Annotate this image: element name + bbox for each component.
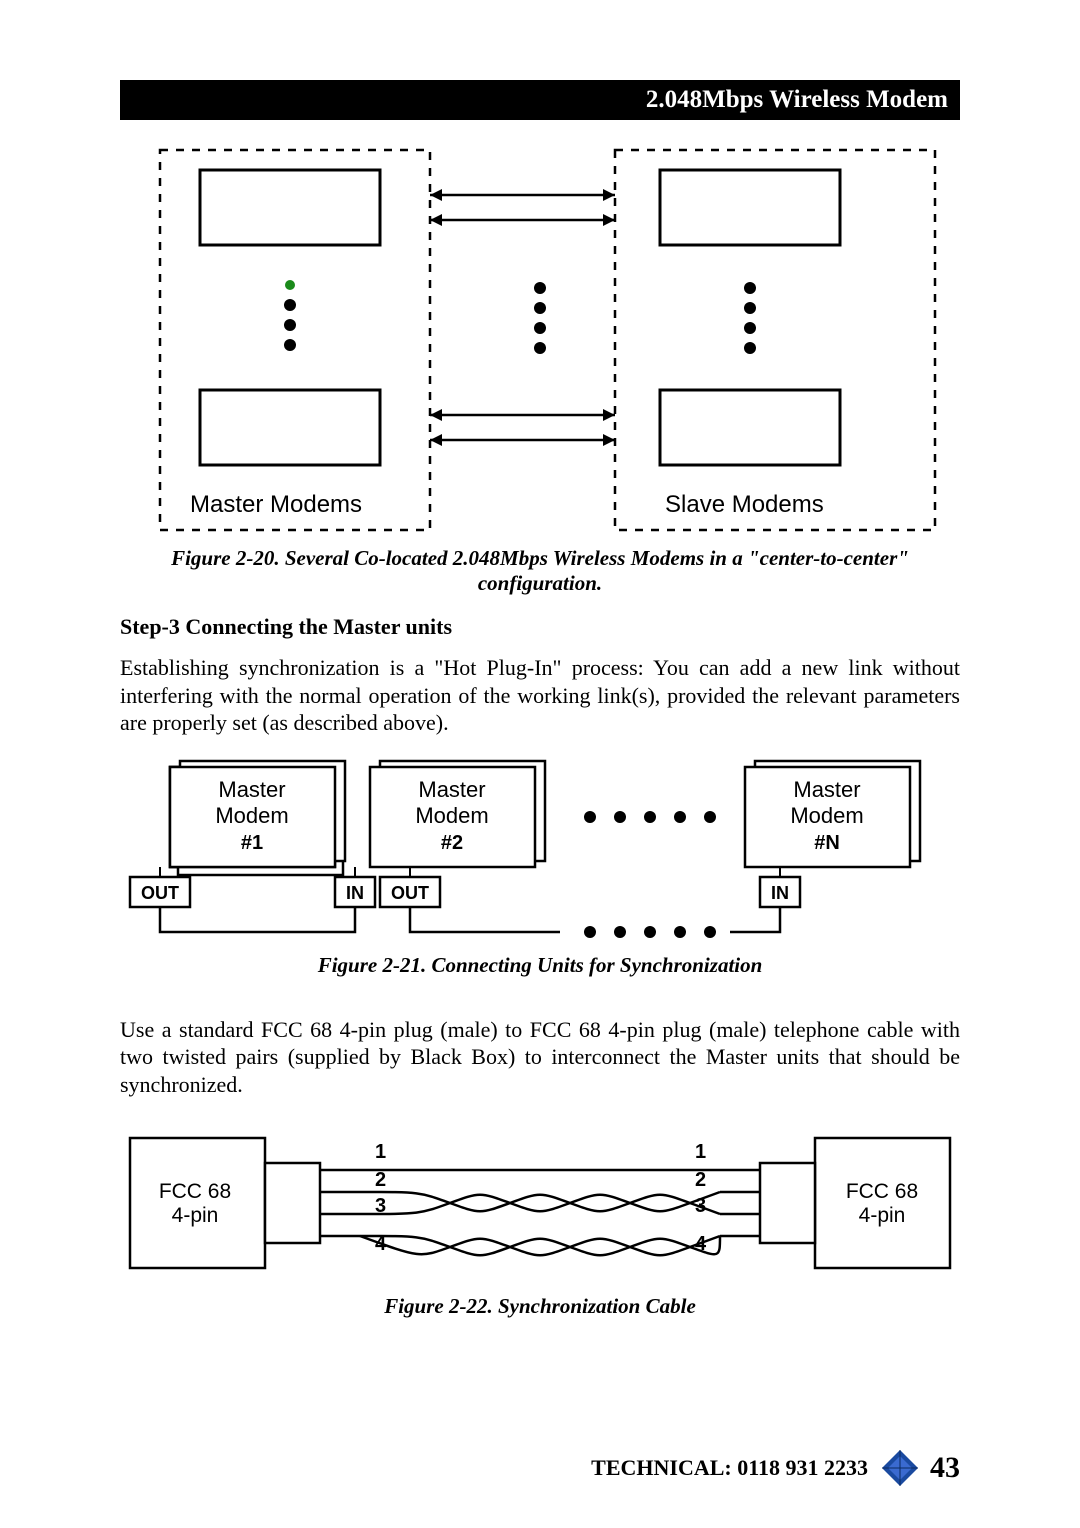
- svg-text:#2: #2: [441, 832, 463, 854]
- svg-text:4-pin: 4-pin: [172, 1204, 219, 1227]
- page-number: 43: [930, 1451, 960, 1485]
- header-title: 2.048Mbps Wireless Modem: [646, 86, 948, 113]
- svg-text:IN: IN: [346, 883, 364, 903]
- step3-body: Establishing synchronization is a "Hot P…: [120, 654, 960, 737]
- fig21-caption: Figure 2-21. Connecting Units for Synchr…: [120, 953, 960, 978]
- svg-text:FCC 68: FCC 68: [846, 1180, 918, 1203]
- step3-title: Step-3 Connecting the Master units: [120, 614, 960, 640]
- svg-text:IN: IN: [771, 883, 789, 903]
- svg-text:1: 1: [375, 1141, 386, 1163]
- svg-text:Master: Master: [418, 777, 485, 802]
- fig21-svg: Master Modem #1 Master Modem #2 Master M…: [120, 757, 960, 947]
- svg-text:FCC 68: FCC 68: [159, 1180, 231, 1203]
- svg-text:Modem: Modem: [215, 803, 288, 828]
- page-footer: TECHNICAL: 0118 931 2233 43: [591, 1448, 960, 1488]
- figure-2-21: Master Modem #1 Master Modem #2 Master M…: [120, 757, 960, 978]
- svg-text:Master: Master: [793, 777, 860, 802]
- figure-2-20: Master Modems Slave Modems Figure 2-20. …: [120, 140, 960, 596]
- svg-text:Modem: Modem: [415, 803, 488, 828]
- footer-technical: TECHNICAL: 0118 931 2233: [591, 1455, 868, 1481]
- svg-text:#1: #1: [241, 832, 263, 854]
- fig22-svg: FCC 68 4-pin FCC 68 4-pin 1 2 3 4 1 2: [120, 1118, 960, 1288]
- svg-text:4-pin: 4-pin: [859, 1204, 906, 1227]
- fig20-caption: Figure 2-20. Several Co-located 2.048Mbp…: [120, 546, 960, 596]
- svg-text:Master: Master: [218, 777, 285, 802]
- figure-2-22: FCC 68 4-pin FCC 68 4-pin 1 2 3 4 1 2: [120, 1118, 960, 1319]
- svg-text:Modem: Modem: [790, 803, 863, 828]
- fig20-svg: Master Modems Slave Modems: [120, 140, 960, 540]
- fig20-slave-label: Slave Modems: [665, 491, 824, 518]
- fig22-caption: Figure 2-22. Synchronization Cable: [120, 1294, 960, 1319]
- para2: Use a standard FCC 68 4-pin plug (male) …: [120, 1016, 960, 1099]
- fig20-master-label: Master Modems: [190, 491, 362, 518]
- header-bar: 2.048Mbps Wireless Modem: [120, 80, 960, 120]
- svg-text:2: 2: [375, 1169, 386, 1191]
- svg-text:OUT: OUT: [141, 883, 179, 903]
- svg-text:2: 2: [695, 1169, 706, 1191]
- svg-text:#N: #N: [814, 832, 840, 854]
- diamond-logo-icon: [880, 1448, 920, 1488]
- svg-text:OUT: OUT: [391, 883, 429, 903]
- svg-text:1: 1: [695, 1141, 706, 1163]
